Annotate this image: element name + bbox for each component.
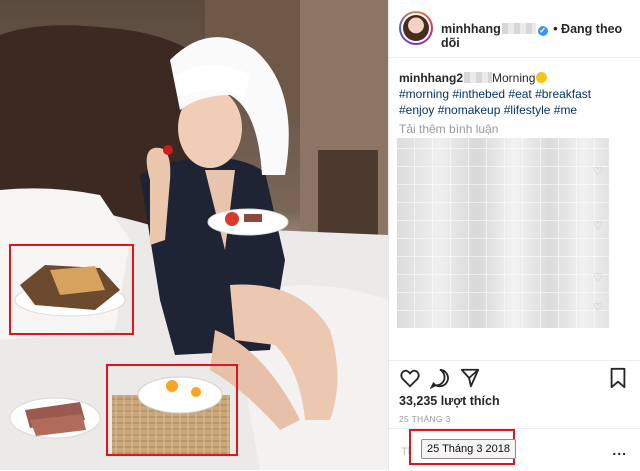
post-details-panel: minhhang ✓ • Đang theo dõi minhhang2 Morni… xyxy=(388,0,640,470)
date-highlight-box: 25 Tháng 3 2018 xyxy=(409,429,516,465)
like-count[interactable]: 33,235 lượt thích xyxy=(399,394,500,408)
username-link[interactable]: minhhang xyxy=(441,22,501,36)
heart-icon[interactable] xyxy=(399,367,421,389)
more-options-icon[interactable]: ... xyxy=(612,442,627,458)
highlight-box-bread xyxy=(9,244,134,335)
post-caption: minhhang2 Morning #morning #inthebed #eat… xyxy=(399,70,635,118)
blurred-caption-part xyxy=(464,72,493,83)
avatar-photo xyxy=(403,15,429,41)
caption-username[interactable]: minhhang2 xyxy=(399,71,463,85)
hashtags-line-2[interactable]: #enjoy #nomakeup #lifestyle #me xyxy=(399,103,577,117)
blurred-comments: ♡ ♡ ♡ ♡ xyxy=(397,138,609,328)
heart-icon[interactable]: ♡ xyxy=(593,166,605,178)
date-tooltip: 25 Tháng 3 2018 xyxy=(421,439,516,459)
hashtags-line-1[interactable]: #morning #inthebed #eat #breakfast xyxy=(399,87,591,101)
post-date[interactable]: 25 THÁNG 3 xyxy=(399,414,451,424)
action-bar xyxy=(389,360,640,393)
blurred-username-part xyxy=(501,23,536,34)
load-more-comments[interactable]: Tải thêm bình luận xyxy=(399,122,498,136)
caption-text: Morning xyxy=(492,71,536,85)
post-header: minhhang ✓ • Đang theo dõi xyxy=(389,0,640,58)
verified-badge-icon: ✓ xyxy=(537,26,548,36)
comment-icon[interactable] xyxy=(429,367,451,389)
avatar[interactable] xyxy=(399,11,433,45)
post-photo[interactable] xyxy=(0,0,388,470)
header-username-row: minhhang ✓ • Đang theo dõi xyxy=(441,22,640,50)
heart-icon[interactable]: ♡ xyxy=(593,220,605,232)
heart-icon[interactable]: ♡ xyxy=(593,272,605,284)
pixelated-comments xyxy=(397,138,609,328)
heart-icon[interactable]: ♡ xyxy=(593,302,605,314)
add-comment-bar: Thêm 25 Tháng 3 2018 ... xyxy=(389,428,640,471)
bookmark-icon[interactable] xyxy=(607,367,629,389)
smile-emoji-icon xyxy=(536,72,548,83)
share-icon[interactable] xyxy=(459,367,481,389)
highlight-box-eggs xyxy=(106,364,238,456)
